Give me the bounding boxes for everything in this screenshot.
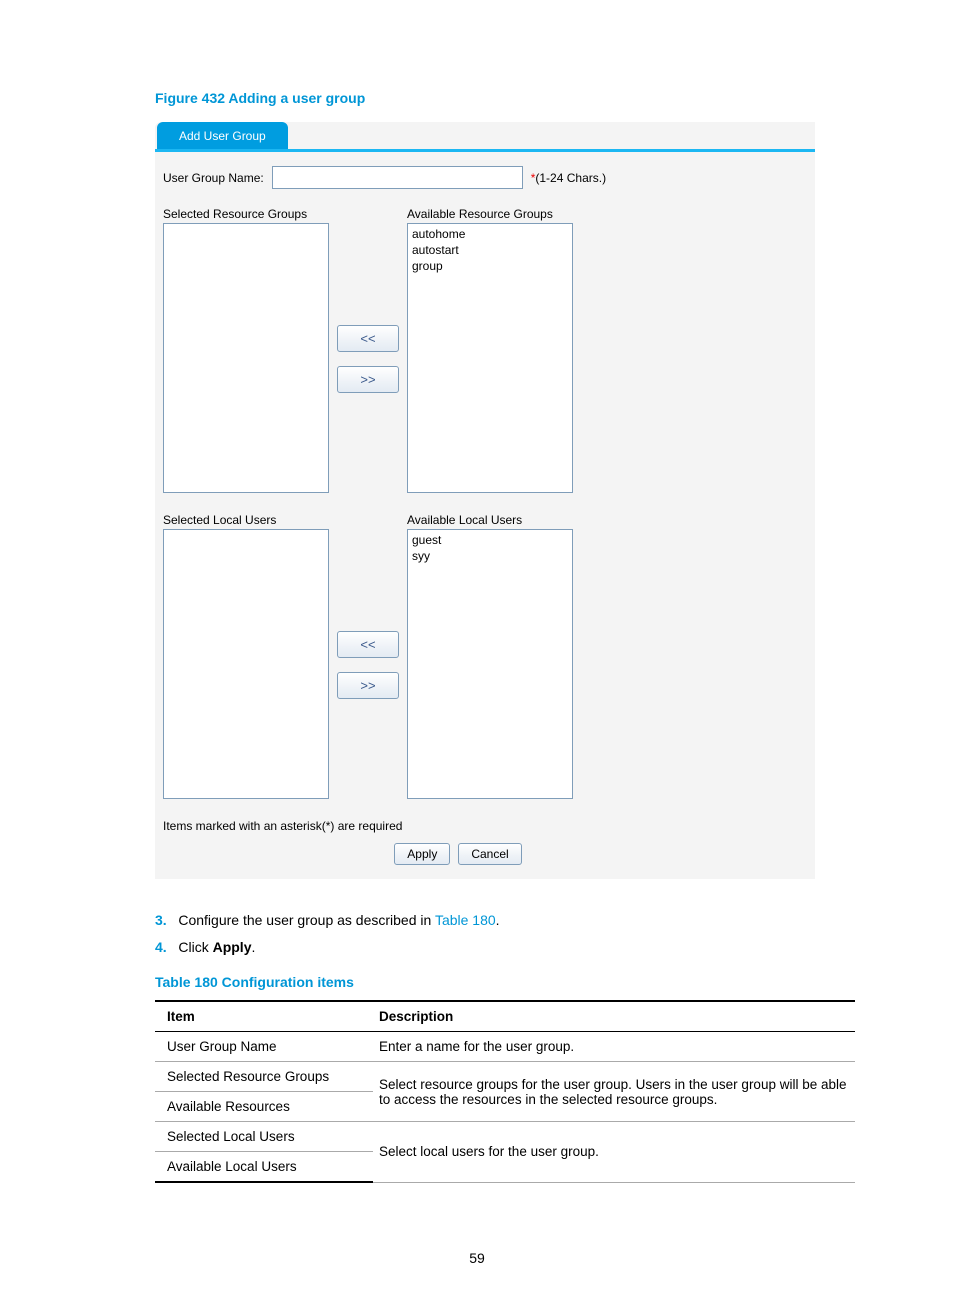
step-text: . bbox=[251, 939, 255, 955]
list-item[interactable]: group bbox=[412, 258, 568, 274]
available-local-users-label: Available Local Users bbox=[407, 513, 573, 527]
tab-underline bbox=[155, 149, 815, 152]
required-note: Items marked with an asterisk(*) are req… bbox=[163, 819, 815, 833]
table-title: Table 180 Configuration items bbox=[155, 974, 859, 990]
selected-resource-groups-list[interactable] bbox=[163, 223, 329, 493]
table-header-item: Item bbox=[155, 1001, 373, 1032]
selected-resource-groups-label: Selected Resource Groups bbox=[163, 207, 329, 221]
panel-tabbar: Add User Group bbox=[155, 122, 815, 152]
resource-move-left-button[interactable]: << bbox=[337, 325, 399, 352]
group-name-input[interactable] bbox=[272, 166, 523, 189]
step-bold-text: Apply bbox=[213, 939, 252, 955]
table-cell: Enter a name for the user group. bbox=[373, 1032, 855, 1062]
users-move-left-button[interactable]: << bbox=[337, 631, 399, 658]
add-user-group-panel: Add User Group User Group Name: *(1-24 C… bbox=[155, 122, 815, 879]
list-item[interactable]: autostart bbox=[412, 242, 568, 258]
available-local-users-list[interactable]: guest syy bbox=[407, 529, 573, 799]
tab-add-user-group[interactable]: Add User Group bbox=[157, 122, 288, 150]
field-hint: (1-24 Chars.) bbox=[535, 171, 606, 185]
table-row: User Group Name Enter a name for the use… bbox=[155, 1032, 855, 1062]
table-cell: Select local users for the user group. bbox=[373, 1122, 855, 1183]
available-resource-groups-label: Available Resource Groups bbox=[407, 207, 573, 221]
list-item[interactable]: syy bbox=[412, 548, 568, 564]
step-text: . bbox=[496, 912, 500, 928]
table-cell: Selected Local Users bbox=[155, 1122, 373, 1152]
table-header-description: Description bbox=[373, 1001, 855, 1032]
instruction-steps: 3. Configure the user group as described… bbox=[155, 907, 859, 960]
selected-local-users-list[interactable] bbox=[163, 529, 329, 799]
step-text: Configure the user group as described in bbox=[178, 912, 435, 928]
available-resource-groups-list[interactable]: autohome autostart group bbox=[407, 223, 573, 493]
group-name-label: User Group Name: bbox=[163, 171, 264, 185]
resource-move-right-button[interactable]: >> bbox=[337, 366, 399, 393]
table-cell: User Group Name bbox=[155, 1032, 373, 1062]
table-row: Selected Resource Groups Select resource… bbox=[155, 1062, 855, 1092]
step-text: Click bbox=[178, 939, 212, 955]
table-cell: Available Local Users bbox=[155, 1152, 373, 1183]
table-cell: Select resource groups for the user grou… bbox=[373, 1062, 855, 1122]
configuration-items-table: Item Description User Group Name Enter a… bbox=[155, 1000, 855, 1183]
step-number: 3. bbox=[155, 912, 167, 928]
page-number: 59 bbox=[0, 1250, 954, 1266]
figure-title: Figure 432 Adding a user group bbox=[155, 90, 859, 106]
local-users-shuttle: Selected Local Users << >> Available Loc… bbox=[163, 513, 815, 799]
table-cell: Selected Resource Groups bbox=[155, 1062, 373, 1092]
step-number: 4. bbox=[155, 939, 167, 955]
list-item[interactable]: guest bbox=[412, 532, 568, 548]
table-cell: Available Resources bbox=[155, 1092, 373, 1122]
apply-button[interactable]: Apply bbox=[394, 843, 450, 865]
list-item[interactable]: autohome bbox=[412, 226, 568, 242]
group-name-row: User Group Name: *(1-24 Chars.) bbox=[163, 166, 815, 189]
resource-groups-shuttle: Selected Resource Groups << >> Available… bbox=[163, 207, 815, 493]
cancel-button[interactable]: Cancel bbox=[458, 843, 521, 865]
table-row: Selected Local Users Select local users … bbox=[155, 1122, 855, 1152]
selected-local-users-label: Selected Local Users bbox=[163, 513, 329, 527]
users-move-right-button[interactable]: >> bbox=[337, 672, 399, 699]
table-180-link[interactable]: Table 180 bbox=[435, 912, 496, 928]
